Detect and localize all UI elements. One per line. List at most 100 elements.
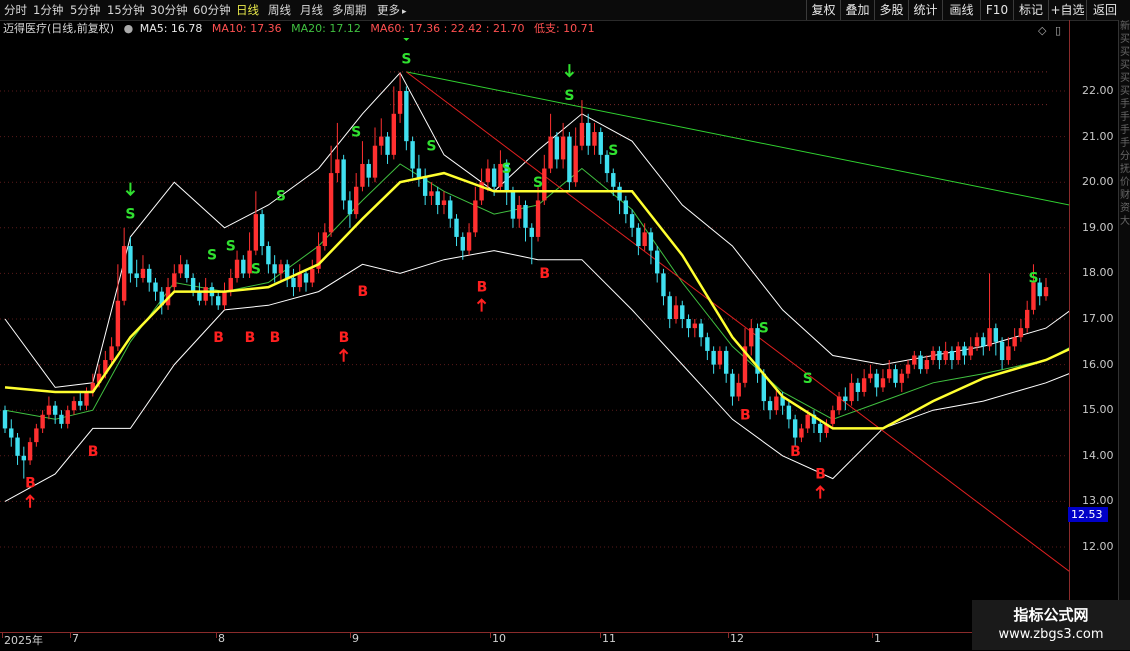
side-panel-char: 手 — [1120, 112, 1130, 123]
x-tick — [350, 633, 351, 638]
sell-signal-label: S — [759, 321, 769, 337]
candle-body-up — [930, 350, 936, 361]
tool-back[interactable]: 返回 — [1086, 0, 1123, 20]
tool-f10[interactable]: F10 — [980, 0, 1013, 20]
candle-body-up — [429, 191, 434, 196]
candle-body-up — [353, 186, 359, 215]
candle-body-down — [303, 273, 309, 283]
x-tick — [872, 633, 873, 638]
candle-body-down — [341, 159, 346, 201]
period-5min[interactable]: 5分钟 — [70, 2, 100, 18]
period-multi[interactable]: 多周期 — [332, 2, 367, 18]
period-daily[interactable]: 日线 — [236, 2, 259, 18]
candlestick-chart[interactable]: BBSBBBSSSSBBSSSBSBSSSBSBSBSB — [0, 38, 1070, 632]
candle-body-down — [730, 373, 735, 397]
candle-body-down — [460, 236, 465, 251]
candle-body-down — [918, 355, 923, 370]
period-monthly[interactable]: 月线 — [300, 2, 323, 18]
candle-body-up — [774, 396, 779, 411]
candle-body-up — [310, 268, 315, 283]
period-more-label: 更多 — [377, 3, 400, 17]
candle-body-down — [147, 268, 152, 283]
period-intraday[interactable]: 分时 — [4, 2, 27, 18]
tool-multi-stock[interactable]: 多股 — [874, 0, 908, 20]
tool-draw[interactable]: 画线 — [942, 0, 980, 20]
candle-body-up — [1031, 282, 1036, 310]
candle-body-up — [673, 305, 679, 319]
candle-body-down — [629, 214, 635, 228]
candle-body-down — [567, 136, 572, 183]
period-weekly[interactable]: 周线 — [268, 2, 291, 18]
candle-body-up — [322, 232, 328, 247]
x-tick-label: 11 — [602, 632, 616, 645]
candle-body-up — [887, 369, 892, 379]
candle-body-down — [241, 259, 246, 274]
candle-body-down — [448, 200, 453, 219]
sell-signal-label: S — [533, 175, 543, 191]
period-1min[interactable]: 1分钟 — [33, 2, 63, 18]
tool-add-favorite[interactable]: +自选 — [1048, 0, 1086, 20]
buy-signal-label: B — [790, 444, 801, 460]
candle-body-down — [661, 273, 666, 297]
tool-overlay[interactable]: 叠加 — [840, 0, 874, 20]
right-side-panel[interactable]: 新买买买买买手手手手分抚价财资大 — [1118, 20, 1130, 632]
x-tick — [2, 633, 3, 638]
period-60min[interactable]: 60分钟 — [193, 2, 231, 18]
stock-title: 迈得医疗(日线,前复权) — [3, 22, 115, 35]
candle-body-up — [234, 259, 240, 278]
candle-body-up — [899, 373, 904, 383]
candle-body-up — [799, 428, 804, 438]
up-arrow-icon — [476, 298, 487, 312]
buy-signal-label: B — [477, 280, 488, 296]
high-value: : 22.42 — [443, 22, 483, 35]
settings-icon[interactable]: ● — [124, 22, 134, 35]
side-panel-char: 价 — [1120, 177, 1130, 188]
buy-signal-label: B — [740, 407, 751, 423]
candle-body-up — [485, 168, 491, 183]
y-tick-label: 13.00 — [1082, 494, 1114, 508]
candle-body-down — [636, 227, 641, 247]
candle-body-down — [404, 91, 409, 142]
candle-body-up — [987, 328, 992, 347]
candle-body-down — [52, 405, 58, 415]
candle-body-up — [912, 355, 917, 365]
tool-adjust[interactable]: 复权 — [806, 0, 840, 20]
window-icon[interactable]: ▯ — [1055, 24, 1061, 37]
candle-body-down — [422, 177, 428, 196]
diamond-icon[interactable]: ◇ — [1038, 24, 1046, 37]
y-tick-label: 16.00 — [1082, 357, 1114, 371]
candle-body-down — [723, 350, 729, 374]
candle-body-up — [121, 246, 127, 301]
candle-body-up — [880, 378, 886, 388]
period-15min[interactable]: 15分钟 — [107, 2, 145, 18]
sell-signal-label: S — [401, 52, 411, 68]
candle-body-up — [40, 414, 45, 429]
x-axis: 2025年 7 8 9 10 11 12 1 — [0, 632, 1070, 651]
buy-signal-label: B — [339, 330, 350, 346]
y-axis-line — [1069, 20, 1070, 632]
candle-body-up — [974, 337, 980, 347]
side-panel-char: 买 — [1120, 73, 1130, 84]
candle-body-down — [949, 350, 955, 361]
candle-body-down — [272, 264, 277, 274]
candle-body-down — [78, 401, 83, 406]
side-panel-char: 大 — [1120, 216, 1130, 227]
candle-body-up — [717, 350, 723, 365]
candle-body-down — [59, 414, 64, 424]
candle-body-down — [937, 350, 942, 361]
tool-mark[interactable]: 标记 — [1013, 0, 1048, 20]
ma5-value: MA5: 16.78 — [139, 22, 203, 35]
candle-body-up — [253, 214, 259, 251]
candle-body-down — [993, 328, 999, 342]
candle-body-up — [46, 405, 52, 415]
buy-signal-label: B — [213, 330, 224, 346]
candle-body-down — [385, 136, 390, 155]
y-tick-label: 21.00 — [1082, 129, 1114, 143]
sell-signal-label: S — [608, 143, 618, 159]
period-more[interactable]: 更多 ▸ — [377, 2, 407, 18]
candle-body-down — [134, 273, 139, 278]
tool-stats[interactable]: 统计 — [908, 0, 942, 20]
sell-signal-label: S — [803, 371, 813, 387]
candle-body-down — [786, 405, 792, 420]
period-30min[interactable]: 30分钟 — [150, 2, 188, 18]
